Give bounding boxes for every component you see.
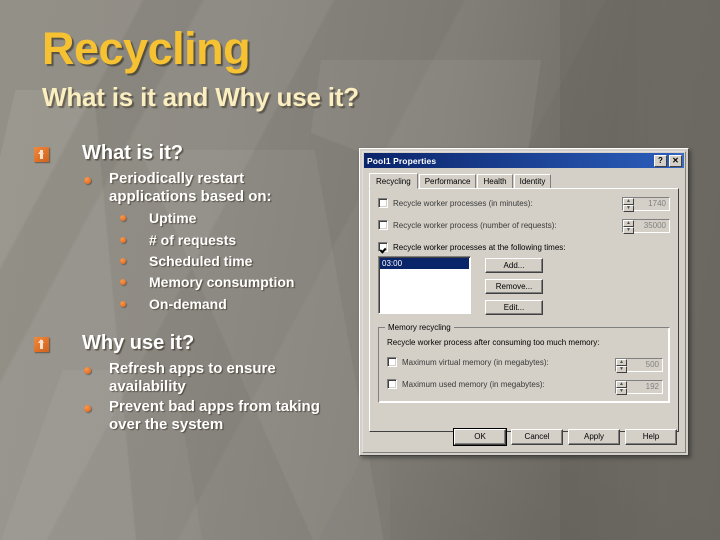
spinner-up-icon[interactable]: ▲ bbox=[616, 381, 627, 388]
up-arrow-bullet-icon bbox=[34, 147, 49, 162]
max-used-memory-checkbox[interactable] bbox=[387, 379, 397, 389]
dialog-footer-buttons: OK Cancel Apply Help bbox=[453, 428, 677, 446]
schedule-button-column: Add... Remove... Edit... bbox=[485, 256, 543, 315]
max-virtual-memory-row: Maximum virtual memory (in megabytes): ▲… bbox=[387, 356, 663, 373]
dialog-inner-frame: Pool1 Properties ? ✕ Recycling Performan… bbox=[362, 151, 686, 453]
recycle-times-label: Recycle worker processes at the followin… bbox=[393, 242, 566, 252]
add-button[interactable]: Add... bbox=[485, 258, 543, 273]
spinner-up-icon[interactable]: ▲ bbox=[623, 220, 634, 227]
recycle-requests-spinner[interactable]: ▲ ▼ 35000 bbox=[622, 219, 670, 234]
recycle-minutes-label: Recycle worker processes (in minutes): bbox=[393, 198, 533, 208]
subbullet-label: On-demand bbox=[149, 295, 227, 312]
subbullet-label: Scheduled time bbox=[149, 253, 253, 270]
spinner-arrows[interactable]: ▲ ▼ bbox=[623, 220, 634, 234]
tab-performance[interactable]: Performance bbox=[418, 174, 477, 188]
spinner-up-icon[interactable]: ▲ bbox=[616, 359, 627, 366]
subbullet-memory-consumption: Memory consumption bbox=[120, 272, 364, 292]
ok-button[interactable]: OK bbox=[453, 428, 507, 446]
schedule-row: 03:00 Add... Remove... Edit... bbox=[378, 256, 670, 315]
spinner-arrows[interactable]: ▲ ▼ bbox=[623, 198, 634, 212]
tab-recycling[interactable]: Recycling bbox=[369, 173, 418, 189]
bullet-label: Periodically restart applications based … bbox=[109, 170, 272, 205]
subbullet-label: Memory consumption bbox=[149, 274, 295, 291]
help-button[interactable]: Help bbox=[625, 429, 677, 445]
max-used-memory-value: 192 bbox=[645, 382, 659, 391]
dot-bullet-icon bbox=[84, 405, 91, 413]
recycle-times-row: Recycle worker processes at the followin… bbox=[378, 241, 670, 253]
recycle-minutes-spinner[interactable]: ▲ ▼ 1740 bbox=[622, 197, 670, 212]
subbullet-uptime: Uptime bbox=[120, 208, 364, 228]
up-arrow-bullet-icon bbox=[34, 336, 49, 352]
recycle-minutes-value: 1740 bbox=[648, 199, 666, 208]
max-used-memory-spinner[interactable]: ▲ ▼ 192 bbox=[615, 380, 663, 395]
dot-bullet-icon bbox=[120, 279, 126, 286]
dot-bullet-icon bbox=[120, 236, 126, 243]
subbullet-on-demand: On-demand bbox=[120, 294, 364, 314]
remove-button[interactable]: Remove... bbox=[485, 279, 543, 294]
tab-health[interactable]: Health bbox=[477, 174, 513, 188]
dot-bullet-icon bbox=[120, 300, 126, 307]
memory-recycling-group-title: Memory recycling bbox=[385, 323, 454, 332]
recycle-requests-checkbox[interactable] bbox=[378, 220, 388, 230]
recycle-requests-label: Recycle worker process (number of reques… bbox=[393, 220, 557, 230]
tab-identity[interactable]: Identity bbox=[513, 174, 552, 188]
spinner-down-icon[interactable]: ▼ bbox=[623, 205, 634, 212]
section-heading-label: Why use it? bbox=[82, 331, 195, 354]
memory-recycling-group: Memory recycling Recycle worker process … bbox=[378, 323, 670, 403]
recycle-minutes-row: Recycle worker processes (in minutes): ▲… bbox=[378, 197, 670, 212]
close-icon[interactable]: ✕ bbox=[669, 154, 682, 167]
list-item[interactable]: 03:00 bbox=[380, 258, 469, 269]
bullet-prevent-bad-apps: Prevent bad apps from taking over the sy… bbox=[84, 398, 364, 433]
slide-body: What is it? Periodically restart applica… bbox=[34, 142, 364, 437]
schedule-listbox[interactable]: 03:00 bbox=[378, 256, 471, 314]
recycle-minutes-checkbox[interactable] bbox=[378, 198, 388, 208]
recycle-requests-value: 35000 bbox=[643, 221, 666, 230]
recycle-requests-row: Recycle worker process (number of reques… bbox=[378, 219, 670, 234]
bullet-label: Prevent bad apps from taking over the sy… bbox=[109, 398, 320, 433]
spinner-down-icon[interactable]: ▼ bbox=[616, 366, 627, 373]
spinner-down-icon[interactable]: ▼ bbox=[616, 388, 627, 395]
memory-recycling-description: Recycle worker process after consuming t… bbox=[387, 338, 600, 347]
spinner-down-icon[interactable]: ▼ bbox=[623, 227, 634, 234]
max-virtual-memory-value: 500 bbox=[645, 360, 659, 369]
subbullet-scheduled-time: Scheduled time bbox=[120, 251, 364, 271]
recycle-times-checkbox[interactable] bbox=[378, 242, 388, 252]
edit-button[interactable]: Edit... bbox=[485, 300, 543, 315]
properties-dialog[interactable]: Pool1 Properties ? ✕ Recycling Performan… bbox=[359, 148, 689, 456]
help-icon[interactable]: ? bbox=[654, 154, 667, 167]
section-heading-label: What is it? bbox=[82, 142, 184, 164]
slide-title: Recycling bbox=[42, 23, 251, 74]
dialog-title: Pool1 Properties bbox=[367, 155, 437, 166]
presentation-slide: Recycling What is it and Why use it? Wha… bbox=[0, 0, 720, 540]
dot-bullet-icon bbox=[120, 258, 126, 265]
dot-bullet-icon bbox=[84, 367, 91, 375]
slide-subtitle: What is it and Why use it? bbox=[42, 82, 359, 112]
cancel-button[interactable]: Cancel bbox=[511, 429, 563, 445]
dot-bullet-icon bbox=[84, 177, 91, 185]
recycling-tab-page: Recycle worker processes (in minutes): ▲… bbox=[369, 188, 679, 432]
subbullet-label: # of requests bbox=[149, 231, 237, 248]
max-used-memory-label: Maximum used memory (in megabytes): bbox=[402, 379, 545, 389]
max-virtual-memory-checkbox[interactable] bbox=[387, 357, 397, 367]
max-virtual-memory-spinner[interactable]: ▲ ▼ 500 bbox=[615, 358, 663, 373]
spinner-arrows[interactable]: ▲ ▼ bbox=[616, 359, 627, 373]
dot-bullet-icon bbox=[120, 215, 126, 222]
dialog-tabstrip: Recycling Performance Health Identity bbox=[369, 173, 685, 189]
max-used-memory-row: Maximum used memory (in megabytes): ▲ ▼ … bbox=[387, 378, 663, 395]
bullet-refresh-apps: Refresh apps to ensure availability bbox=[84, 360, 364, 395]
subbullet-label: Uptime bbox=[149, 210, 197, 227]
dialog-titlebar[interactable]: Pool1 Properties ? ✕ bbox=[364, 153, 684, 168]
max-virtual-memory-label: Maximum virtual memory (in megabytes): bbox=[402, 357, 549, 367]
spinner-up-icon[interactable]: ▲ bbox=[623, 198, 634, 205]
section-heading-what-is-it: What is it? bbox=[34, 142, 364, 164]
subbullet-number-of-requests: # of requests bbox=[120, 230, 364, 250]
bullet-label: Refresh apps to ensure availability bbox=[109, 360, 276, 395]
apply-button[interactable]: Apply bbox=[568, 429, 620, 445]
spinner-arrows[interactable]: ▲ ▼ bbox=[616, 381, 627, 395]
section-heading-why-use-it: Why use it? bbox=[34, 332, 364, 354]
bullet-periodically-restart: Periodically restart applications based … bbox=[84, 170, 364, 205]
